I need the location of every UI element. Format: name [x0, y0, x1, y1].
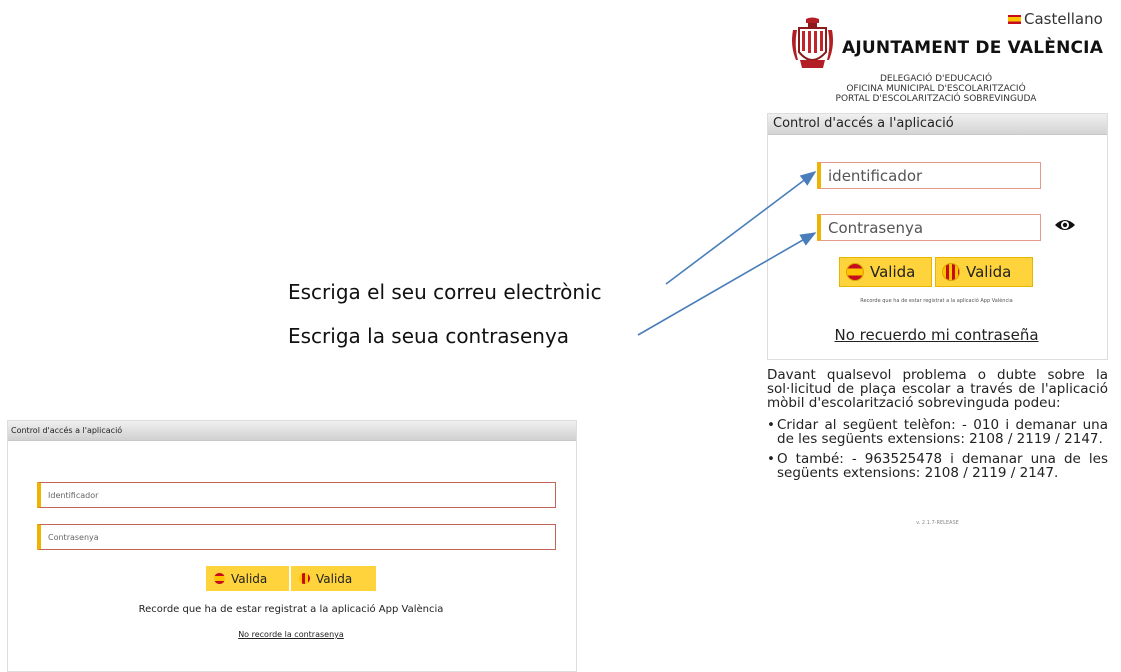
castellano-flag-icon	[214, 573, 225, 584]
forgot-password-link-old[interactable]: No recorde la contrasenya	[7, 630, 575, 639]
register-note-old: Recorde que ha de estar registrat a la a…	[138, 604, 444, 615]
identifier-field-old[interactable]: Identificador	[37, 482, 556, 508]
password-field-old[interactable]: Contrasenya	[37, 524, 556, 550]
valencia-flag-icon	[299, 573, 310, 584]
validate-label-va-old: Valida	[316, 571, 353, 586]
validate-castellano-button-old[interactable]: Valida	[206, 566, 289, 591]
validate-valencia-button-old[interactable]: Valida	[291, 566, 376, 591]
arrow-to-password	[637, 232, 817, 336]
validate-label-es-old: Valida	[231, 571, 268, 586]
arrow-to-identifier	[665, 171, 817, 285]
login-panel-old-title: Control d'accés a l'aplicació	[8, 421, 576, 441]
